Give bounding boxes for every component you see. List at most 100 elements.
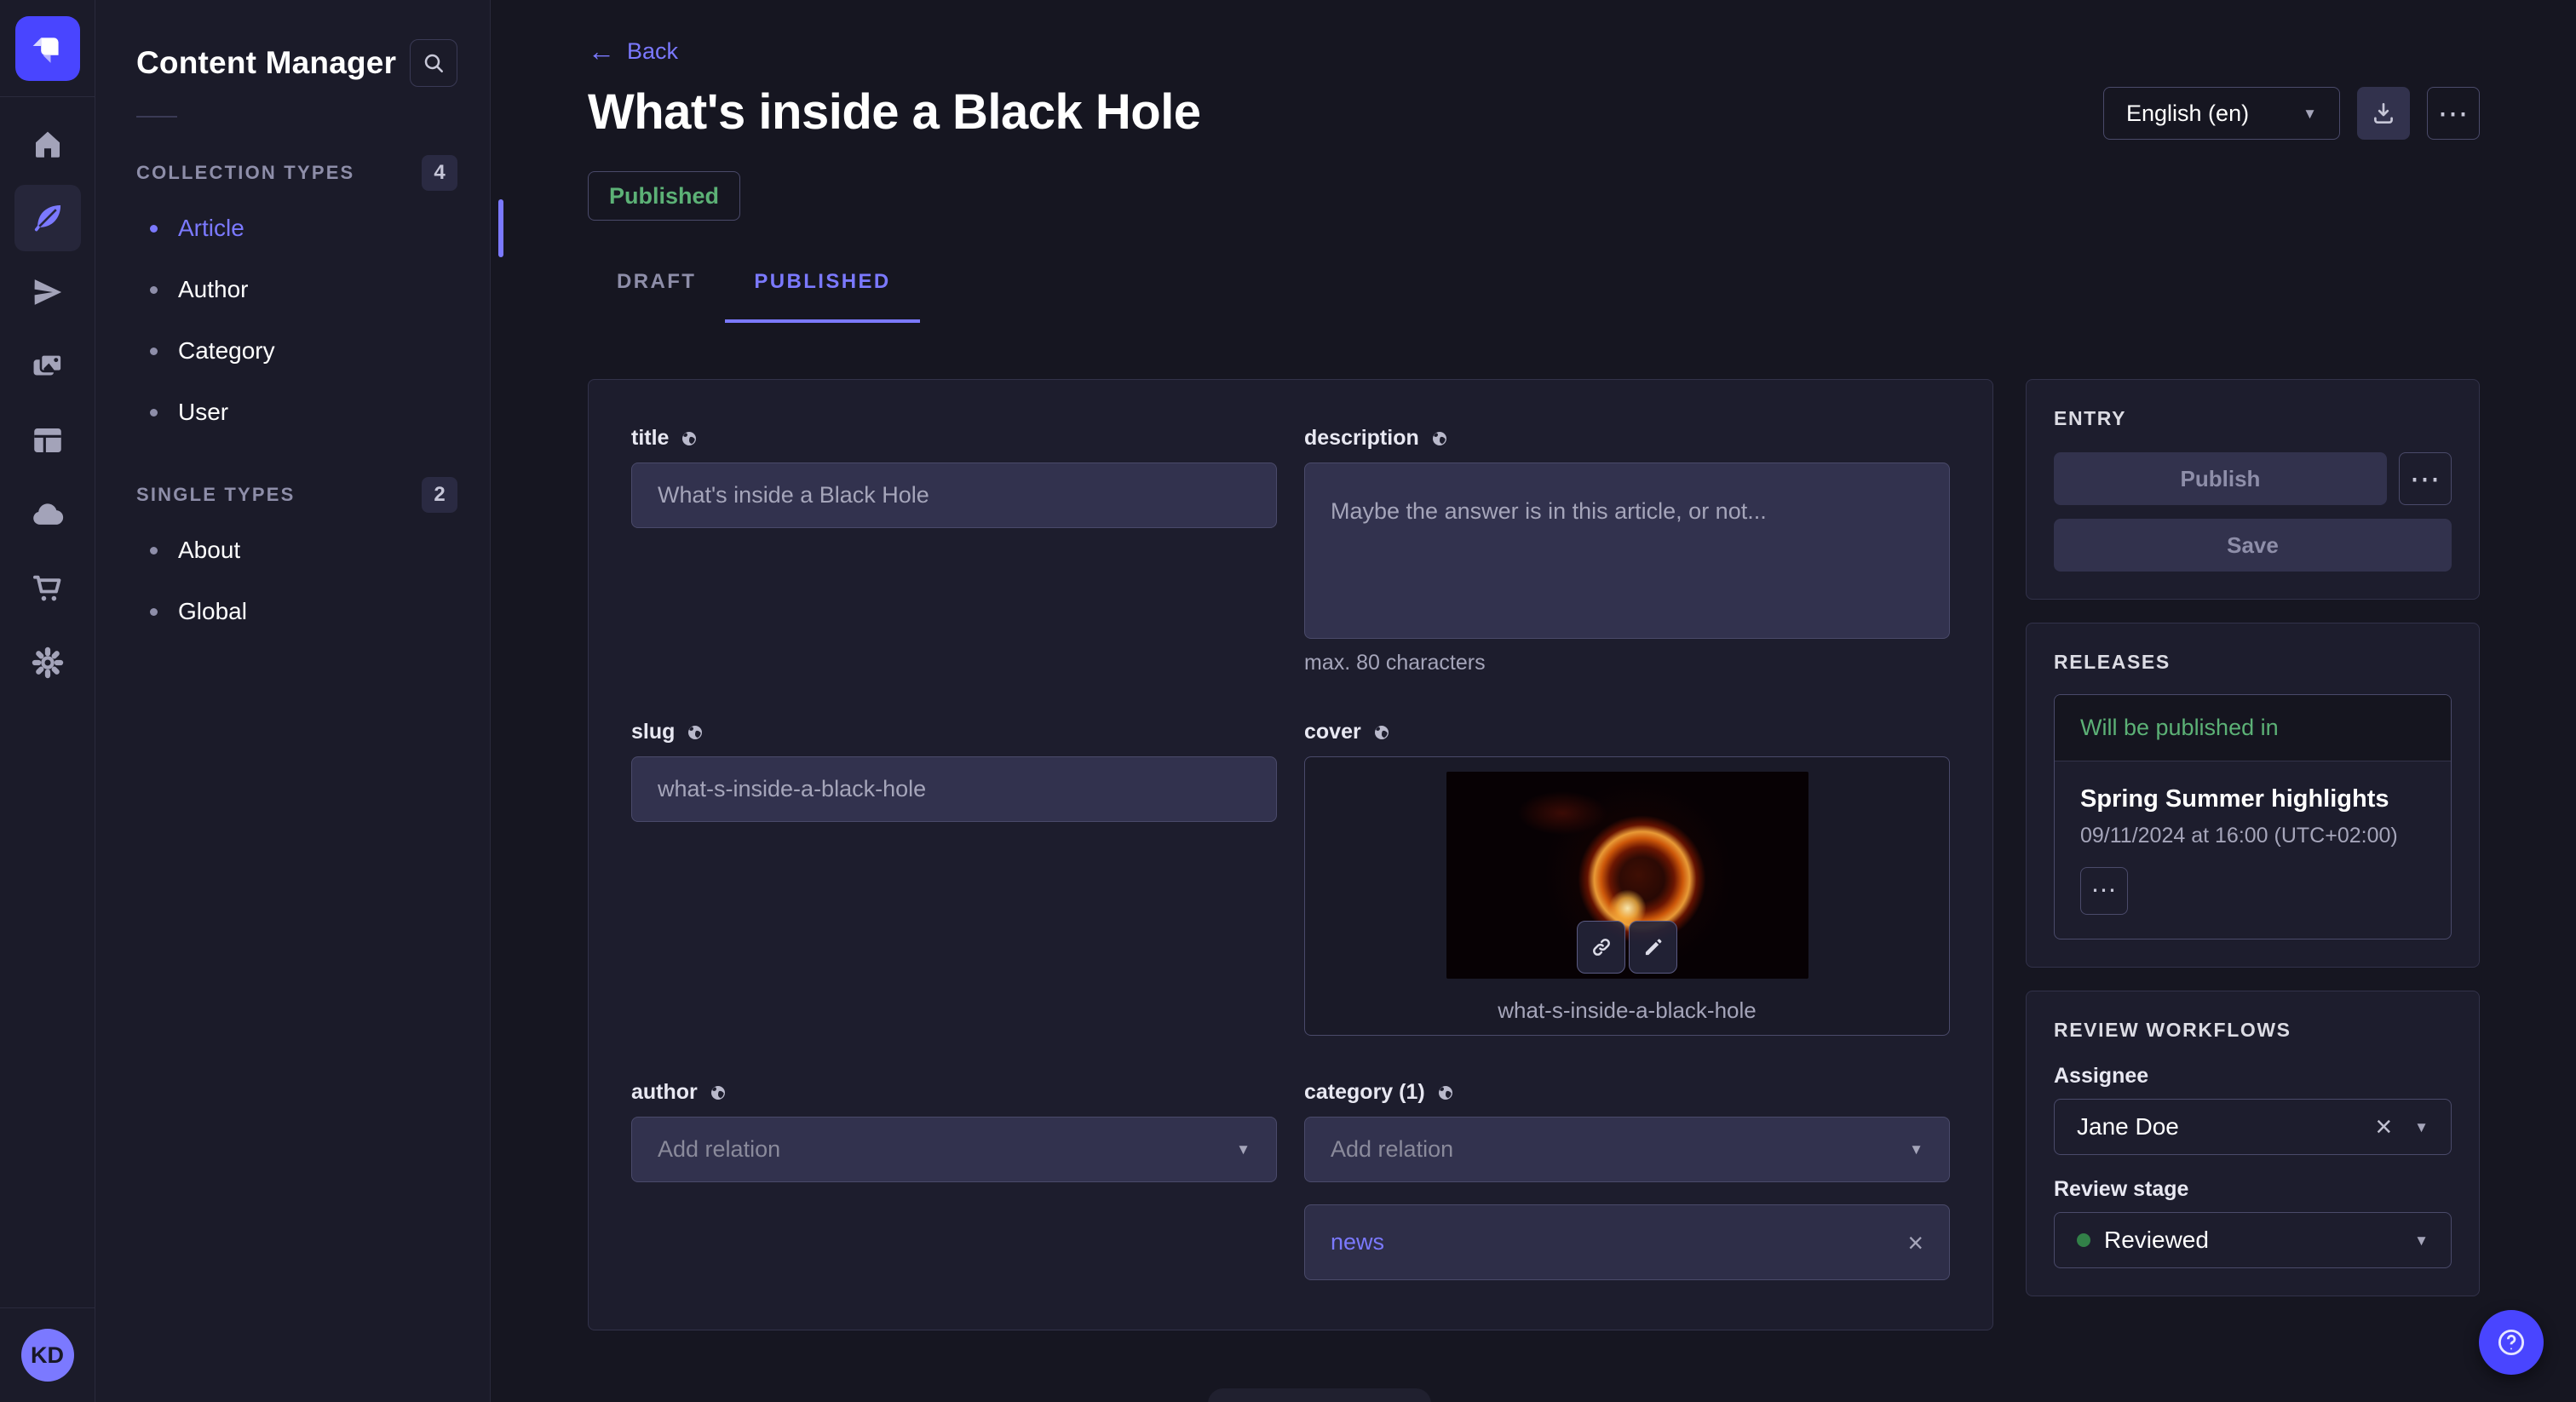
bullet-icon	[150, 547, 158, 554]
nav-deploy-icon[interactable]	[14, 481, 81, 548]
status-badge: Published	[588, 171, 740, 221]
sidebar-item-about[interactable]: About	[150, 520, 457, 581]
field-category-label-row: category (1)	[1304, 1080, 1950, 1105]
cover-image-black-hole[interactable]	[1446, 772, 1808, 979]
nav-media-library-icon[interactable]	[14, 333, 81, 399]
back-label: Back	[627, 38, 678, 65]
description-textarea[interactable]: Maybe the answer is in this article, or …	[1304, 463, 1950, 639]
sidebar-item-category[interactable]: Category	[150, 320, 457, 382]
category-relation-placeholder: Add relation	[1331, 1136, 1453, 1163]
field-slug-label: slug	[631, 720, 675, 744]
main-content: ← Back What's inside a Black Hole Englis…	[491, 0, 2576, 1402]
chevron-down-icon: ▼	[2414, 1120, 2429, 1135]
back-link[interactable]: ← Back	[588, 37, 678, 65]
globe-icon	[1429, 428, 1450, 449]
field-cover: cover	[1304, 720, 1950, 1036]
release-date: 09/11/2024 at 16:00 (UTC+02:00)	[2080, 824, 2425, 848]
chevron-down-icon: ▼	[2414, 1233, 2429, 1248]
field-category: category (1) Add relation ▼ news ×	[1304, 1080, 1950, 1280]
sidebar-item-label: Category	[178, 337, 275, 365]
field-description-label-row: description	[1304, 426, 1950, 451]
title-input[interactable]: What's inside a Black Hole	[631, 463, 1277, 528]
relation-link-news[interactable]: news	[1331, 1229, 1384, 1255]
release-card-header: Will be published in	[2055, 695, 2451, 761]
sidebar-item-user[interactable]: User	[150, 382, 457, 443]
bullet-icon	[150, 409, 158, 417]
author-relation-select[interactable]: Add relation ▼	[631, 1117, 1277, 1182]
assignee-combobox[interactable]: Jane Doe × ▼	[2054, 1099, 2452, 1155]
tab-draft[interactable]: DRAFT	[588, 270, 725, 323]
user-avatar[interactable]: KD	[21, 1329, 74, 1382]
release-more-button[interactable]: ⋯	[2080, 867, 2128, 915]
sidebar-title: Content Manager	[136, 45, 396, 81]
locale-value: English (en)	[2126, 101, 2249, 127]
single-types-header: SINGLE TYPES 2	[136, 477, 457, 513]
logo-section	[0, 0, 95, 97]
nav-marketplace-icon[interactable]	[14, 555, 81, 622]
category-relation-select[interactable]: Add relation ▼	[1304, 1117, 1950, 1182]
entry-form-card: title What's inside a Black Hole descrip…	[588, 379, 1993, 1330]
bullet-icon	[150, 225, 158, 233]
field-description: description Maybe the answer is in this …	[1304, 426, 1950, 675]
collection-types-count-badge: 4	[422, 155, 457, 191]
back-arrow-icon: ←	[588, 37, 615, 65]
sidebar-item-label: Author	[178, 276, 249, 303]
chevron-down-icon: ▼	[1236, 1142, 1251, 1157]
cover-filename: what-s-inside-a-black-hole	[1498, 997, 1756, 1024]
export-button[interactable]	[2357, 87, 2410, 140]
release-title: Spring Summer highlights	[2080, 785, 2425, 813]
nav-content-type-builder-icon[interactable]	[14, 407, 81, 474]
globe-icon	[1435, 1083, 1456, 1103]
publish-button[interactable]: Publish	[2054, 452, 2387, 505]
version-tabs: DRAFT PUBLISHED	[588, 270, 2480, 323]
assignee-label: Assignee	[2054, 1064, 2452, 1089]
sidebar-item-label: Global	[178, 598, 247, 625]
nav-content-manager-icon[interactable]	[14, 185, 81, 251]
collection-types-list: Article Author Category User	[150, 198, 457, 443]
review-workflows-title: REVIEW WORKFLOWS	[2054, 1019, 2452, 1042]
entry-panel-title: ENTRY	[2054, 407, 2452, 430]
review-stage-select[interactable]: Reviewed ▼	[2054, 1212, 2452, 1268]
sidebar-item-global[interactable]: Global	[150, 581, 457, 642]
search-button[interactable]	[410, 39, 457, 87]
sidebar-header: Content Manager	[136, 39, 457, 87]
sidebar-item-label: User	[178, 399, 228, 426]
review-workflows-panel: REVIEW WORKFLOWS Assignee Jane Doe × ▼ R…	[2026, 991, 2480, 1296]
strapi-logo[interactable]	[15, 16, 80, 81]
nav-settings-icon[interactable]	[14, 629, 81, 696]
cover-asset-card: what-s-inside-a-black-hole	[1304, 756, 1950, 1036]
edit-asset-button[interactable]	[1629, 921, 1677, 974]
globe-icon	[708, 1083, 728, 1103]
field-description-label: description	[1304, 426, 1419, 451]
header-actions: English (en) ▼ ⋯	[2103, 87, 2480, 140]
nav-home-icon[interactable]	[14, 111, 81, 177]
remove-relation-icon[interactable]: ×	[1907, 1229, 1923, 1256]
sidebar-item-article[interactable]: Article	[150, 198, 457, 259]
copy-link-button[interactable]	[1577, 921, 1625, 974]
save-button[interactable]: Save	[2054, 519, 2452, 572]
chevron-down-icon: ▼	[2303, 106, 2317, 121]
entry-side-column: ENTRY Publish ⋯ Save RELEASES Will be pu…	[2026, 379, 2480, 1296]
tab-published[interactable]: PUBLISHED	[725, 270, 919, 323]
field-slug-label-row: slug	[631, 720, 1277, 744]
more-icon: ⋯	[2091, 878, 2118, 904]
slug-input[interactable]: what-s-inside-a-black-hole	[631, 756, 1277, 822]
field-title-label: title	[631, 426, 669, 451]
bullet-icon	[150, 348, 158, 355]
strapi-logo-icon	[26, 26, 70, 71]
entry-more-button[interactable]: ⋯	[2399, 452, 2452, 505]
globe-icon	[679, 428, 699, 449]
nav-releases-icon[interactable]	[14, 259, 81, 325]
sidebar-item-author[interactable]: Author	[150, 259, 457, 320]
field-title-label-row: title	[631, 426, 1277, 451]
header-more-button[interactable]: ⋯	[2427, 87, 2480, 140]
sidebar-item-label: Article	[178, 215, 244, 242]
clear-assignee-icon[interactable]: ×	[2375, 1112, 2392, 1141]
globe-icon	[1371, 722, 1392, 743]
release-card-body: Spring Summer highlights 09/11/2024 at 1…	[2055, 761, 2451, 939]
help-button[interactable]	[2479, 1310, 2544, 1375]
main-nav-rail: KD	[0, 0, 95, 1402]
sidebar-divider	[136, 116, 177, 118]
locale-select[interactable]: English (en) ▼	[2103, 87, 2340, 140]
search-icon	[421, 50, 446, 76]
